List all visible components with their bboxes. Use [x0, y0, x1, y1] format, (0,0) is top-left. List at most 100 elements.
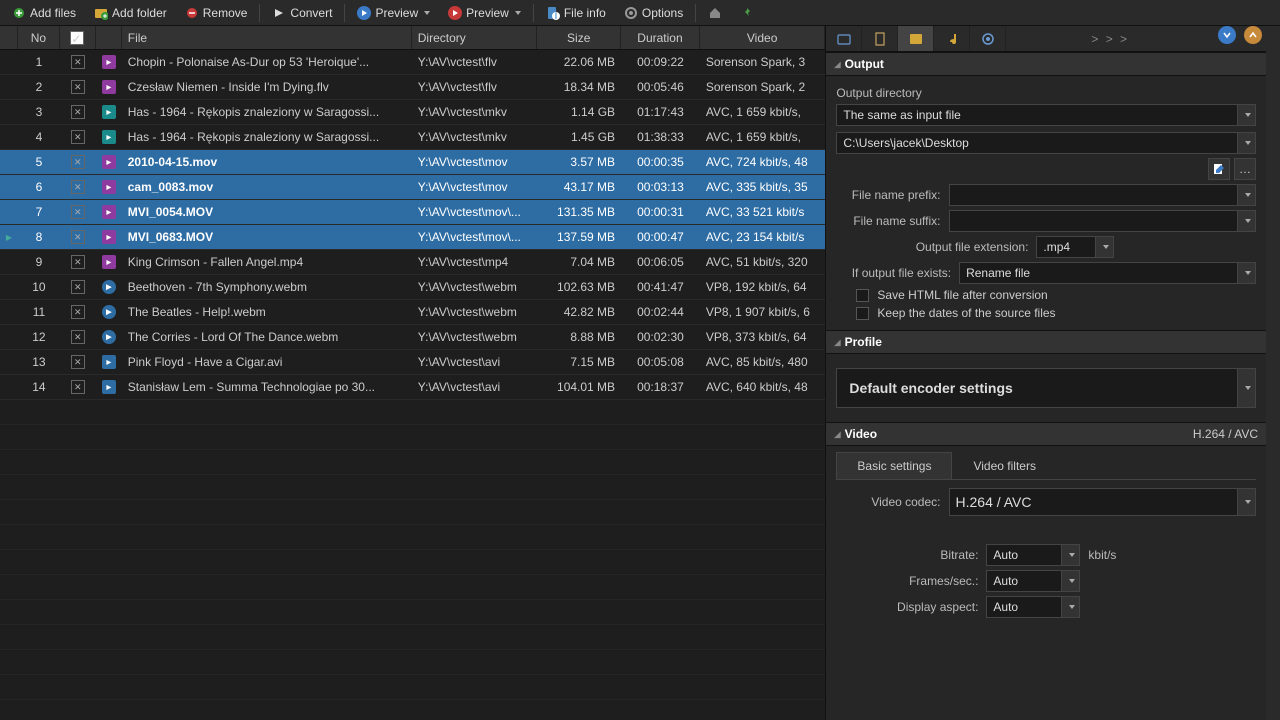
- table-row[interactable]: 12✕▶The Corries - Lord Of The Dance.webm…: [0, 325, 825, 350]
- output-dir-mode-select[interactable]: The same as input file: [836, 104, 1256, 126]
- fps-select[interactable]: Auto: [986, 570, 1080, 592]
- preview-button-2[interactable]: Preview: [440, 4, 529, 22]
- row-checkbox[interactable]: ✕: [71, 55, 85, 69]
- row-checkbox[interactable]: ✕: [71, 330, 85, 344]
- right-scrollbar[interactable]: [1266, 26, 1280, 720]
- table-row[interactable]: 4✕▶Has - 1964 - Rękopis znaleziony w Sar…: [0, 125, 825, 150]
- row-checkbox[interactable]: ✕: [71, 230, 85, 244]
- table-row[interactable]: 14✕▶Stanisław Lem - Summa Technologiae p…: [0, 375, 825, 400]
- suffix-select[interactable]: [949, 210, 1257, 232]
- tab-center-label[interactable]: > > >: [1006, 26, 1214, 51]
- right-tab-strip: > > >: [826, 26, 1266, 52]
- table-row[interactable]: 6✕▶cam_0083.movY:\AV\vctest\mov43.17 MB0…: [0, 175, 825, 200]
- options-label: Options: [642, 6, 683, 20]
- video-section-header[interactable]: Video H.264 / AVC: [826, 422, 1266, 446]
- row-checkbox[interactable]: ✕: [71, 105, 85, 119]
- tab-folder[interactable]: [826, 26, 862, 51]
- pin-button[interactable]: [732, 4, 762, 22]
- table-row[interactable]: 9✕▶King Crimson - Fallen Angel.mp4Y:\AV\…: [0, 250, 825, 275]
- aspect-select[interactable]: Auto: [986, 596, 1080, 618]
- save-html-check[interactable]: Save HTML file after conversion: [836, 288, 1256, 302]
- col-check[interactable]: ✓: [60, 26, 96, 49]
- tab-audio[interactable]: [934, 26, 970, 51]
- chevron-down-icon: [1238, 368, 1256, 408]
- cell-video: VP8, 192 kbit/s, 64: [700, 275, 826, 299]
- bitrate-select[interactable]: Auto: [986, 544, 1080, 566]
- browse-button[interactable]: …: [1234, 158, 1256, 180]
- cell-file: Has - 1964 - Rękopis znaleziony w Sarago…: [122, 100, 412, 124]
- table-row[interactable]: 13✕▶Pink Floyd - Have a Cigar.aviY:\AV\v…: [0, 350, 825, 375]
- tab-basic-settings[interactable]: Basic settings: [836, 452, 952, 479]
- options-button[interactable]: Options: [616, 4, 691, 22]
- cell-directory: Y:\AV\vctest\avi: [412, 350, 538, 374]
- col-video[interactable]: Video: [700, 26, 826, 49]
- add-folder-button[interactable]: Add folder: [86, 4, 175, 22]
- cell-no: 5: [18, 150, 60, 174]
- table-row[interactable]: 5✕▶2010-04-15.movY:\AV\vctest\mov3.57 MB…: [0, 150, 825, 175]
- col-duration[interactable]: Duration: [621, 26, 700, 49]
- keep-dates-check[interactable]: Keep the dates of the source files: [836, 306, 1256, 320]
- preview-button-1[interactable]: Preview: [349, 4, 438, 22]
- row-checkbox[interactable]: ✕: [71, 180, 85, 194]
- row-checkbox[interactable]: ✕: [71, 255, 85, 269]
- round-up-button[interactable]: [1244, 26, 1262, 44]
- row-checkbox[interactable]: ✕: [71, 130, 85, 144]
- row-checkbox[interactable]: ✕: [71, 355, 85, 369]
- cell-no: 2: [18, 75, 60, 99]
- header-checkbox[interactable]: ✓: [70, 31, 84, 45]
- exists-select[interactable]: Rename file: [959, 262, 1256, 284]
- table-row[interactable]: 1✕▶Chopin - Polonaise As-Dur op 53 'Hero…: [0, 50, 825, 75]
- col-file[interactable]: File: [122, 26, 412, 49]
- ext-select[interactable]: .mp4: [1036, 236, 1114, 258]
- profile-select[interactable]: Default encoder settings: [836, 368, 1256, 408]
- filetype-webm-icon: ▶: [102, 305, 116, 319]
- add-files-button[interactable]: Add files: [4, 4, 84, 22]
- home-button[interactable]: [700, 4, 730, 22]
- remove-button[interactable]: Remove: [177, 4, 256, 22]
- add-files-label: Add files: [30, 6, 76, 20]
- profile-section-header[interactable]: Profile: [826, 330, 1266, 354]
- cell-video: AVC, 33 521 kbit/s: [700, 200, 826, 224]
- tab-video[interactable]: [898, 26, 934, 51]
- tab-video-filters[interactable]: Video filters: [952, 452, 1056, 479]
- file-info-button[interactable]: i File info: [538, 4, 614, 22]
- col-icon[interactable]: [96, 26, 122, 49]
- prefix-select[interactable]: [949, 184, 1257, 206]
- col-marker[interactable]: [0, 26, 18, 49]
- cell-size: 104.01 MB: [537, 375, 621, 399]
- output-dir-path-select[interactable]: C:\Users\jacek\Desktop: [836, 132, 1256, 154]
- main-toolbar: Add files Add folder Remove Convert Prev…: [0, 0, 1280, 26]
- row-checkbox[interactable]: ✕: [71, 80, 85, 94]
- remove-icon: [185, 6, 199, 20]
- cell-file: Pink Floyd - Have a Cigar.avi: [122, 350, 412, 374]
- svg-text:i: i: [554, 8, 557, 20]
- table-row[interactable]: 10✕▶Beethoven - 7th Symphony.webmY:\AV\v…: [0, 275, 825, 300]
- edit-path-button[interactable]: [1208, 158, 1230, 180]
- tab-settings[interactable]: [970, 26, 1006, 51]
- add-folder-label: Add folder: [112, 6, 167, 20]
- round-down-button[interactable]: [1218, 26, 1236, 44]
- row-checkbox[interactable]: ✕: [71, 305, 85, 319]
- tab-document[interactable]: [862, 26, 898, 51]
- row-checkbox[interactable]: ✕: [71, 205, 85, 219]
- row-checkbox[interactable]: ✕: [71, 380, 85, 394]
- cell-duration: 00:00:31: [621, 200, 700, 224]
- col-size[interactable]: Size: [537, 26, 621, 49]
- table-row[interactable]: 7✕▶MVI_0054.MOVY:\AV\vctest\mov\...131.3…: [0, 200, 825, 225]
- convert-button[interactable]: Convert: [264, 4, 340, 22]
- row-checkbox[interactable]: ✕: [71, 155, 85, 169]
- files-body[interactable]: 1✕▶Chopin - Polonaise As-Dur op 53 'Hero…: [0, 50, 825, 720]
- table-row[interactable]: 2✕▶Czesław Niemen - Inside I'm Dying.flv…: [0, 75, 825, 100]
- col-directory[interactable]: Directory: [412, 26, 538, 49]
- output-section-header[interactable]: Output: [826, 52, 1266, 76]
- chevron-down-icon: [1238, 104, 1256, 126]
- cell-no: 10: [18, 275, 60, 299]
- playing-marker-icon: ▶: [6, 233, 12, 242]
- video-codec-select[interactable]: H.264 / AVC: [949, 488, 1257, 516]
- remove-label: Remove: [203, 6, 248, 20]
- col-no[interactable]: No: [18, 26, 60, 49]
- table-row[interactable]: 3✕▶Has - 1964 - Rękopis znaleziony w Sar…: [0, 100, 825, 125]
- row-checkbox[interactable]: ✕: [71, 280, 85, 294]
- table-row[interactable]: ▶8✕▶MVI_0683.MOVY:\AV\vctest\mov\...137.…: [0, 225, 825, 250]
- table-row[interactable]: 11✕▶The Beatles - Help!.webmY:\AV\vctest…: [0, 300, 825, 325]
